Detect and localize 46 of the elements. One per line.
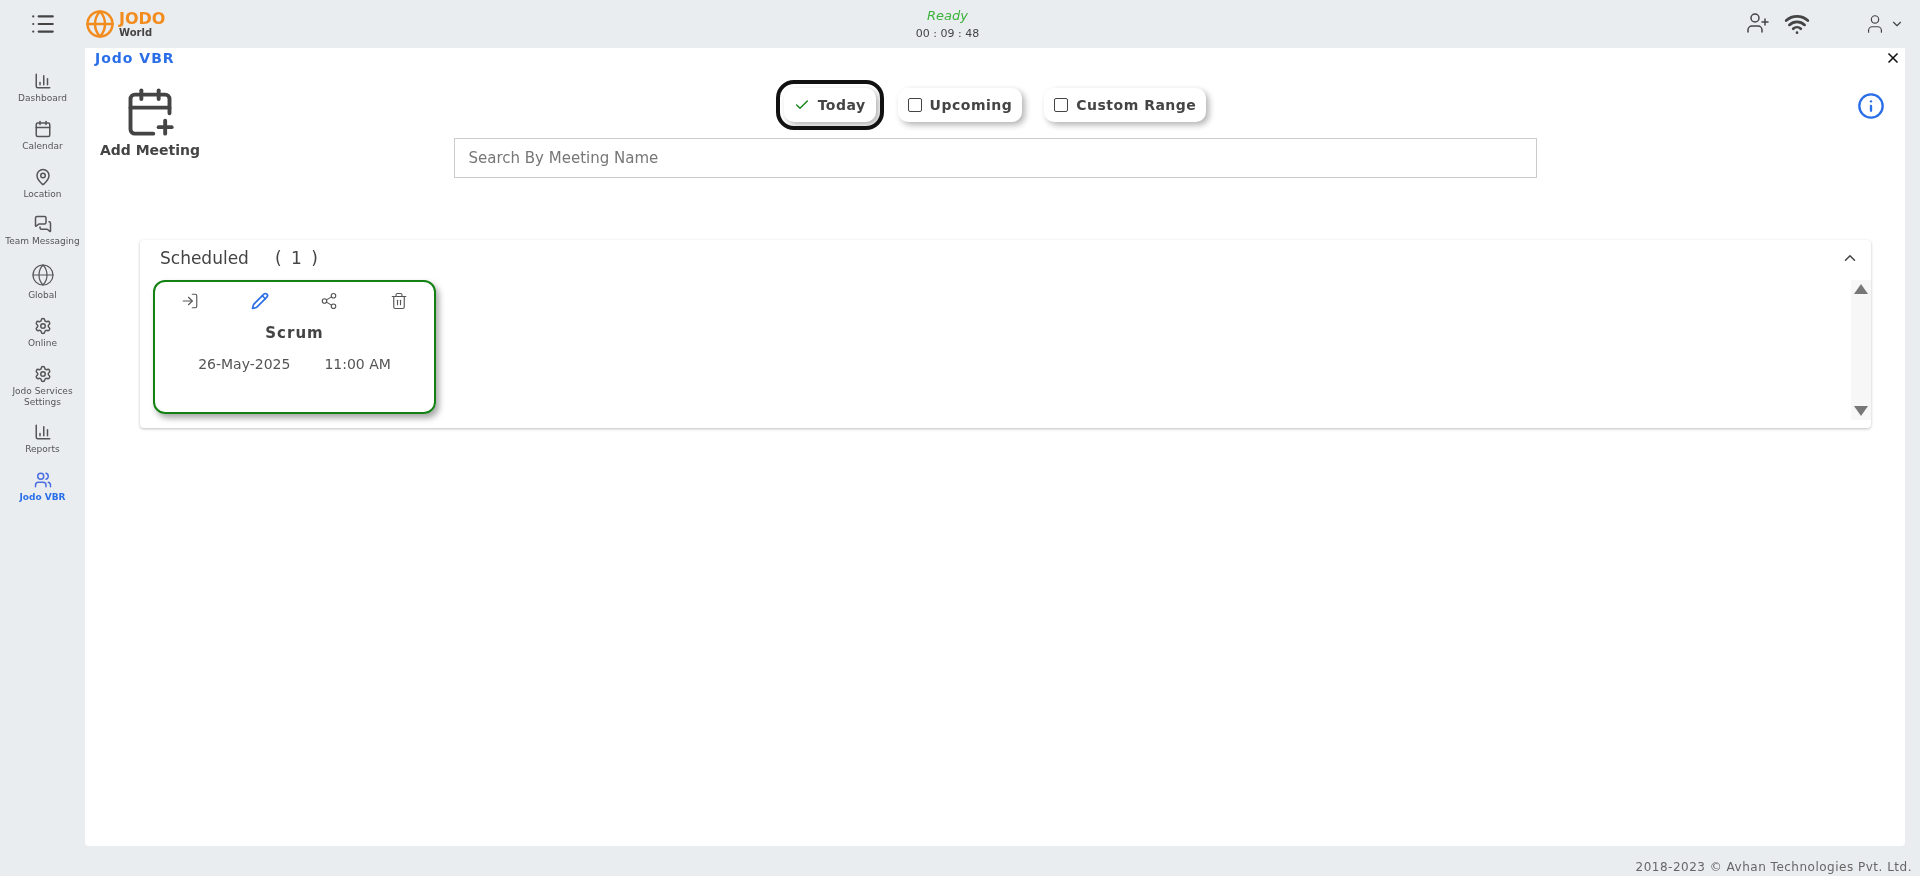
chart-icon — [33, 423, 52, 442]
status-text: Ready — [927, 8, 968, 23]
sidebar-item[interactable]: Location — [23, 188, 62, 200]
section-count: ( 1 ) — [274, 248, 320, 268]
sidebar-item[interactable]: Jodo VBR — [19, 492, 66, 503]
pin-icon — [33, 167, 52, 186]
info-button[interactable] — [1857, 92, 1885, 120]
meeting-time: 11:00 AM — [324, 356, 391, 372]
chat-icon — [33, 215, 52, 234]
share-button[interactable] — [320, 292, 339, 310]
meeting-name: Scrum — [265, 324, 324, 342]
meeting-date: 26-May-2025 — [198, 356, 291, 372]
logo-subtitle: World — [119, 26, 153, 38]
join-button[interactable] — [180, 292, 199, 310]
sidebar-item[interactable]: Calendar — [22, 140, 63, 152]
sidebar-item[interactable]: Online — [28, 338, 57, 349]
scroll-down-icon[interactable] — [1854, 406, 1868, 416]
filter-tab[interactable]: Upcoming — [897, 88, 1023, 122]
checkbox[interactable] — [907, 98, 922, 112]
edit-button[interactable] — [250, 292, 269, 310]
checkbox[interactable] — [1054, 98, 1069, 112]
panel-title: Jodo VBR — [95, 50, 175, 66]
gear-icon — [33, 317, 52, 335]
logo-title: JODO — [119, 10, 166, 27]
delete-button[interactable] — [390, 292, 409, 310]
globe-icon — [30, 263, 55, 288]
search-field[interactable]: Search By Meeting Name — [453, 138, 1537, 178]
chart-icon — [33, 72, 52, 90]
add-meeting-button[interactable]: Add Meeting — [95, 86, 205, 178]
gear-icon — [33, 364, 52, 383]
scrollbar[interactable] — [1851, 280, 1871, 420]
filter-tab[interactable]: Custom Range — [1044, 88, 1207, 122]
section-title: Scheduled — [160, 248, 249, 268]
calendar-icon — [33, 119, 52, 138]
sidebar-item[interactable]: Global — [28, 290, 57, 301]
sidebar-item[interactable]: Dashboard — [18, 93, 67, 104]
globe-logo-icon — [85, 9, 115, 39]
copyright-text: 2018-2023 © Avhan Technologies Pvt. Ltd. — [1635, 860, 1912, 874]
people-icon — [33, 471, 52, 490]
scroll-up-icon[interactable] — [1854, 284, 1868, 294]
sidebar-item[interactable]: Team Messaging — [5, 236, 80, 248]
timer-text: 00 : 09 : 48 — [915, 27, 980, 40]
sidebar-item[interactable]: Reports — [25, 444, 60, 456]
close-button[interactable] — [1885, 50, 1901, 66]
add-user-icon[interactable] — [1746, 11, 1770, 35]
sidebar-item[interactable]: Jodo Services Settings — [2, 385, 83, 408]
